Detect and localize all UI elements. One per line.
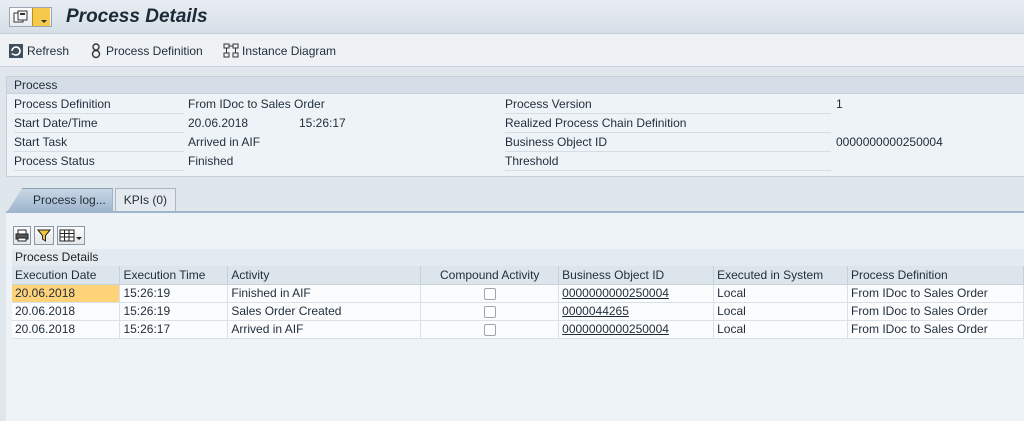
value-process-status: Finished: [188, 154, 234, 168]
layout-button[interactable]: [57, 226, 85, 245]
tab-kpis[interactable]: KPIs (0): [114, 188, 177, 211]
refresh-button[interactable]: Refresh: [8, 42, 69, 60]
diagram-icon: [223, 43, 239, 58]
cell-process-definition[interactable]: From IDoc to Sales Order: [847, 284, 1024, 303]
value-start-task: Arrived in AIF: [188, 135, 261, 149]
tab-process-log[interactable]: Process log...: [8, 188, 113, 211]
process-section: Process Process Definition From IDoc to …: [6, 76, 1024, 177]
label-process-status: Process Status: [14, 152, 184, 171]
application-toolbar: Refresh Process Definition Instance Diag…: [0, 34, 1024, 67]
page-title: Process Details: [66, 6, 208, 27]
label-process-definition: Process Definition: [14, 95, 184, 114]
label-threshold: Threshold: [505, 152, 831, 171]
cell-executed-in-system[interactable]: Local: [713, 320, 848, 339]
table-row[interactable]: 20.06.2018 15:26:19 Finished in AIF 0000…: [12, 284, 1024, 303]
main-content: Process Process Definition From IDoc to …: [0, 67, 1024, 421]
tab-strip: Process log... KPIs (0): [8, 188, 178, 211]
compound-activity-checkbox: [483, 305, 496, 318]
layout-icon: [59, 229, 82, 242]
grid-title: Process Details: [12, 249, 1024, 266]
cell-execution-date[interactable]: 20.06.2018: [12, 302, 121, 321]
cell-business-object-id[interactable]: 0000000000250004: [558, 284, 715, 303]
cell-business-object-id[interactable]: 0000044265: [558, 302, 715, 321]
refresh-label: Refresh: [27, 44, 70, 58]
label-start-task: Start Task: [14, 133, 184, 152]
filter-button[interactable]: [34, 226, 54, 245]
process-section-title: Process: [7, 77, 1024, 94]
cell-activity[interactable]: Finished in AIF: [227, 284, 422, 303]
value-business-object-id: 0000000000250004: [836, 135, 943, 149]
menu-icon: [10, 8, 32, 26]
col-execution-time[interactable]: Execution Time: [119, 266, 229, 285]
cell-compound-activity: [420, 284, 560, 303]
col-activity[interactable]: Activity: [227, 266, 422, 285]
process-log-table: Execution Date Execution Time Activity C…: [12, 266, 1024, 339]
filter-icon: [37, 229, 51, 242]
cell-compound-activity: [420, 302, 560, 321]
business-object-id-link[interactable]: 0000000000250004: [562, 322, 669, 336]
cell-business-object-id[interactable]: 0000000000250004: [558, 320, 715, 339]
grid-toolbar: [13, 226, 85, 246]
label-start-date-time: Start Date/Time: [14, 114, 184, 133]
value-start-date: 20.06.2018: [188, 116, 249, 130]
value-start-time: 15:26:17: [299, 116, 346, 130]
cell-execution-time[interactable]: 15:26:19: [119, 302, 229, 321]
cell-activity[interactable]: Sales Order Created: [227, 302, 422, 321]
table-row[interactable]: 20.06.2018 15:26:19 Sales Order Created …: [12, 302, 1024, 321]
process-definition-button[interactable]: Process Definition: [89, 42, 203, 60]
table-row[interactable]: 20.06.2018 15:26:17 Arrived in AIF 00000…: [12, 320, 1024, 339]
label-process-version: Process Version: [505, 95, 831, 114]
col-executed-in-system[interactable]: Executed in System: [713, 266, 848, 285]
title-bar: Process Details: [0, 0, 1024, 34]
cell-executed-in-system[interactable]: Local: [713, 302, 848, 321]
cell-process-definition[interactable]: From IDoc to Sales Order: [847, 302, 1024, 321]
instance-diagram-label: Instance Diagram: [242, 44, 337, 58]
cell-executed-in-system[interactable]: Local: [713, 284, 848, 303]
system-menu-button[interactable]: [9, 7, 52, 27]
process-definition-label: Process Definition: [106, 44, 203, 58]
label-realized-process-chain: Realized Process Chain Definition: [505, 114, 831, 133]
business-object-id-link[interactable]: 0000000000250004: [562, 286, 669, 300]
cell-activity[interactable]: Arrived in AIF: [227, 320, 422, 339]
instance-diagram-button[interactable]: Instance Diagram: [223, 42, 336, 60]
cell-execution-date[interactable]: 20.06.2018: [12, 320, 121, 339]
print-icon: [15, 229, 29, 242]
dropdown-icon[interactable]: [32, 8, 50, 26]
cell-compound-activity: [420, 320, 560, 339]
process-definition-icon: [91, 43, 101, 59]
col-business-object-id[interactable]: Business Object ID: [558, 266, 715, 285]
compound-activity-checkbox: [483, 287, 496, 300]
business-object-id-link[interactable]: 0000044265: [562, 304, 629, 318]
col-execution-date[interactable]: Execution Date: [12, 266, 121, 285]
cell-execution-date[interactable]: 20.06.2018: [12, 284, 121, 303]
col-compound-activity[interactable]: Compound Activity: [420, 266, 560, 285]
value-process-version: 1: [836, 97, 843, 111]
print-button[interactable]: [13, 226, 31, 245]
compound-activity-checkbox: [483, 323, 496, 336]
cell-process-definition[interactable]: From IDoc to Sales Order: [847, 320, 1024, 339]
process-log-panel: Process Details Execution Date Execution…: [6, 211, 1024, 421]
cell-execution-time[interactable]: 15:26:19: [119, 284, 229, 303]
table-header-row: Execution Date Execution Time Activity C…: [12, 266, 1024, 285]
cell-execution-time[interactable]: 15:26:17: [119, 320, 229, 339]
col-process-definition[interactable]: Process Definition: [847, 266, 1024, 285]
value-process-definition: From IDoc to Sales Order: [188, 97, 325, 111]
label-business-object-id: Business Object ID: [505, 133, 831, 152]
refresh-icon: [9, 44, 23, 58]
